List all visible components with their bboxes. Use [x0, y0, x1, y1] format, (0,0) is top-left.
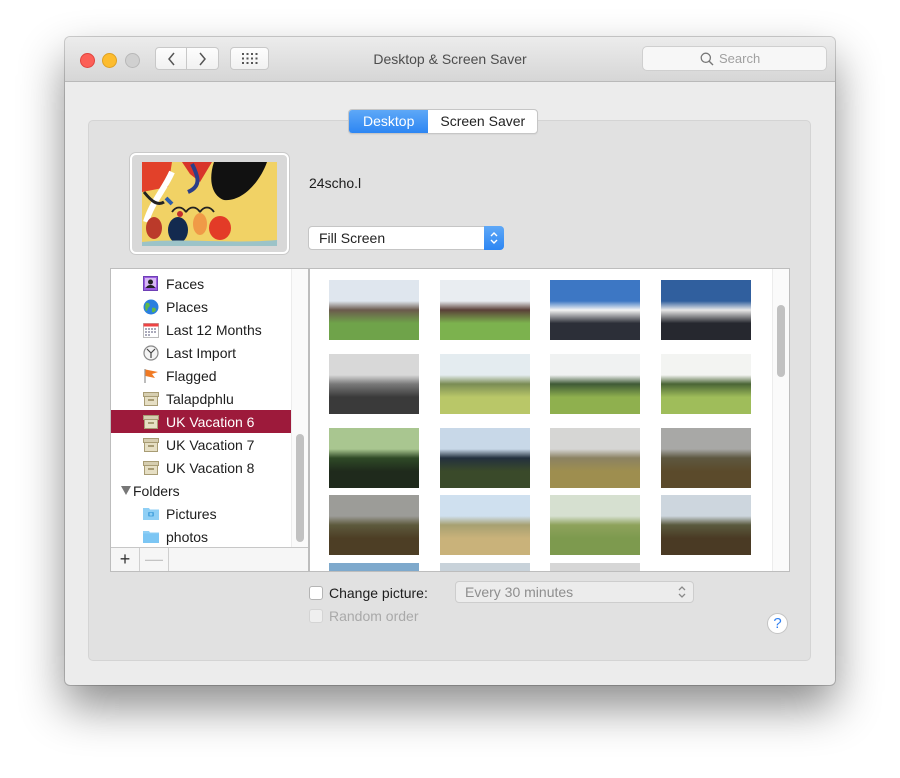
add-folder-button[interactable]: + [111, 548, 140, 571]
source-item-label: Last 12 Months [166, 321, 262, 338]
picture-thumbnail[interactable] [329, 495, 419, 555]
pictures-folder-icon [142, 505, 159, 522]
picture-thumbnail[interactable] [329, 354, 419, 414]
picture-thumbnail[interactable] [440, 495, 530, 555]
fill-mode-value: Fill Screen [319, 230, 386, 246]
picture-thumbnail[interactable] [550, 354, 640, 414]
album-box-icon [142, 390, 159, 407]
source-item-label: UK Vacation 8 [166, 459, 255, 476]
source-list-footer: + — [111, 547, 308, 571]
source-list-item[interactable]: Faces [111, 272, 291, 295]
picture-thumbnail[interactable] [329, 280, 419, 340]
source-group-header[interactable]: Folders [111, 479, 291, 502]
picture-thumbnail[interactable] [550, 280, 640, 340]
popup-arrows-icon [677, 584, 687, 601]
source-item-label: Faces [166, 275, 205, 292]
search-icon [700, 52, 714, 65]
picture-thumbnail[interactable] [661, 495, 751, 555]
source-item-label: Folders [133, 482, 180, 499]
source-list: Faces Places Last 12 Months Last Import Flag… [110, 268, 309, 572]
album-box-icon [142, 459, 159, 476]
change-picture-checkbox[interactable] [309, 586, 323, 600]
picture-thumbnail[interactable] [440, 563, 530, 571]
flag-icon [142, 367, 159, 384]
picture-thumbnail[interactable] [440, 428, 530, 488]
remove-folder-button[interactable]: — [140, 548, 169, 571]
source-item-label: Pictures [166, 505, 217, 522]
wallpaper-filename: 24scho.l [309, 175, 362, 191]
source-item-label: Talapdphlu [166, 390, 234, 407]
random-order-label: Random order [329, 608, 419, 624]
picture-thumbnail[interactable] [550, 428, 640, 488]
source-item-label: UK Vacation 6 [166, 413, 255, 430]
help-button[interactable]: ? [767, 613, 788, 634]
picture-grid [309, 268, 790, 572]
source-list-item[interactable]: UK Vacation 7 [111, 433, 291, 456]
picture-thumbnail[interactable] [661, 354, 751, 414]
clock-icon [142, 344, 159, 361]
picture-thumbnail[interactable] [661, 280, 751, 340]
source-list-item[interactable]: Pictures [111, 502, 291, 525]
source-list-item[interactable]: photos [111, 525, 291, 548]
random-order-checkbox[interactable] [309, 609, 323, 623]
tab-screen-saver[interactable]: Screen Saver [428, 110, 537, 133]
wallpaper-painting-image [142, 162, 277, 246]
change-interval-popup[interactable]: Every 30 minutes [455, 581, 694, 603]
source-item-label: photos [166, 528, 209, 545]
tab-desktop[interactable]: Desktop [349, 110, 429, 133]
source-list-item[interactable]: Flagged [111, 364, 291, 387]
popup-arrows-icon [484, 226, 504, 250]
picture-thumbnail[interactable] [329, 428, 419, 488]
picture-thumbnail[interactable] [661, 563, 751, 571]
calendar-icon [142, 321, 159, 338]
picture-thumbnail[interactable] [440, 280, 530, 340]
tab-bar: Desktop Screen Saver [348, 109, 539, 134]
picture-grid-scrollbar[interactable] [772, 269, 789, 571]
search-input[interactable] [719, 51, 769, 66]
change-picture-label: Change picture: [329, 585, 428, 601]
picture-thumbnail[interactable] [329, 563, 419, 571]
source-list-item[interactable]: Talapdphlu [111, 387, 291, 410]
source-item-label: UK Vacation 7 [166, 436, 255, 453]
album-box-icon [142, 436, 159, 453]
disclosure-triangle-icon[interactable] [120, 482, 131, 499]
picture-thumbnail[interactable] [661, 428, 751, 488]
globe-icon [142, 298, 159, 315]
source-list-scroll-thumb[interactable] [296, 434, 304, 542]
picture-thumbnail[interactable] [550, 563, 640, 571]
album-box-icon [142, 413, 159, 430]
current-wallpaper-preview [130, 153, 289, 254]
faces-icon [142, 275, 159, 292]
source-list-item[interactable]: UK Vacation 8 [111, 456, 291, 479]
search-field[interactable] [642, 46, 827, 71]
source-item-label: Last Import [166, 344, 237, 361]
source-item-label: Flagged [166, 367, 217, 384]
change-interval-value: Every 30 minutes [465, 584, 574, 600]
source-list-item[interactable]: UK Vacation 6 [111, 410, 291, 433]
source-list-scrollbar[interactable] [291, 269, 308, 549]
source-item-label: Places [166, 298, 209, 315]
picture-thumbnail[interactable] [550, 495, 640, 555]
folder-icon [142, 528, 159, 545]
preferences-window: Desktop & Screen Saver Desktop Screen Sa… [65, 37, 835, 685]
fill-mode-popup[interactable]: Fill Screen [308, 226, 504, 250]
source-list-item[interactable]: Last 12 Months [111, 318, 291, 341]
picture-thumbnail[interactable] [440, 354, 530, 414]
picture-grid-scroll-thumb[interactable] [777, 305, 785, 377]
title-bar: Desktop & Screen Saver [65, 37, 835, 82]
source-list-item[interactable]: Last Import [111, 341, 291, 364]
source-list-item[interactable]: Places [111, 295, 291, 318]
